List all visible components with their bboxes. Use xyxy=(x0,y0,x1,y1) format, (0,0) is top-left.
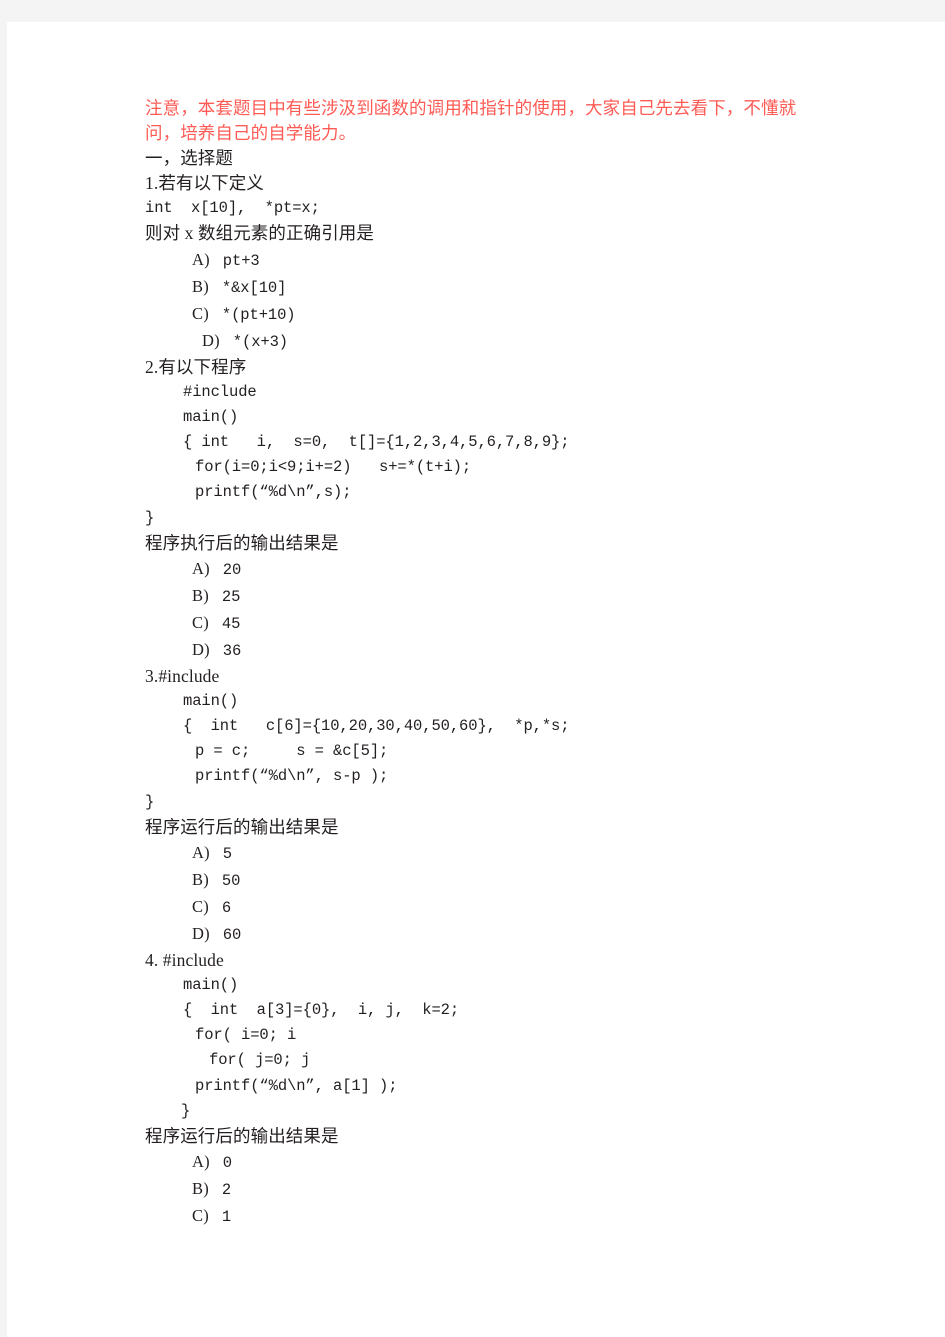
code-line: main() xyxy=(183,408,239,427)
option-value: 45 xyxy=(221,614,241,633)
option-label: A) xyxy=(192,1151,210,1171)
option-label: C) xyxy=(192,303,209,323)
code-line: { int c[6]={10,20,30,40,50,60}, *p,*s; xyxy=(183,717,570,736)
question-prompt: 程序运行后的输出结果是 xyxy=(145,1125,339,1146)
option-value: 36 xyxy=(222,641,242,660)
answer-option[interactable]: D) *(x+3) xyxy=(145,328,845,355)
code-line: int x[10], *pt=x; xyxy=(145,199,320,218)
option-value: 1 xyxy=(221,1208,232,1227)
code-line: for( j=0; j xyxy=(209,1051,311,1070)
code-line: p = c; s = &c[5]; xyxy=(195,742,389,761)
code-line: for( i=0; i xyxy=(195,1026,297,1045)
answer-option[interactable]: C) 45 xyxy=(145,610,845,637)
answer-option[interactable]: A) 20 xyxy=(145,556,845,583)
answer-option[interactable]: C) 6 xyxy=(145,894,845,921)
option-label: C) xyxy=(192,896,209,916)
option-label: D) xyxy=(192,924,210,943)
option-label: C) xyxy=(192,1206,209,1226)
question-block: 3.#include main() { int c[6]={10,20,30,40,… xyxy=(145,664,845,948)
answer-option[interactable]: A) 0 xyxy=(145,1149,845,1176)
option-value: 25 xyxy=(221,587,241,606)
answer-option[interactable]: B) 25 xyxy=(145,583,845,610)
option-value: 2 xyxy=(221,1180,232,1199)
answer-option[interactable]: B) 2 xyxy=(145,1176,845,1203)
code-line: { int i, s=0, t[]={1,2,3,4,5,6,7,8,9}; xyxy=(183,433,570,452)
answer-option[interactable]: D) 36 xyxy=(145,637,845,664)
answer-option[interactable]: A) 5 xyxy=(145,840,845,867)
option-label: B) xyxy=(192,276,209,296)
option-label: D) xyxy=(192,639,210,659)
option-spacer xyxy=(210,559,223,578)
code-line: } xyxy=(181,1101,191,1120)
option-label: B) xyxy=(192,869,209,889)
option-value: 6 xyxy=(221,898,232,917)
option-spacer xyxy=(209,586,222,605)
option-spacer xyxy=(220,331,233,350)
option-label: C) xyxy=(192,612,209,632)
question-prompt: 则对 x 数组元素的正确引用是 xyxy=(145,223,374,244)
option-spacer xyxy=(209,613,222,632)
question-block: 2.有以下程序 #include main() { int i, s=0, t[]={… xyxy=(145,355,845,664)
answer-option[interactable]: B) *&x[10] xyxy=(145,274,845,301)
code-line: printf(“%d\n”, s-p ); xyxy=(195,767,389,786)
question-stem: 4. #include xyxy=(145,950,224,971)
answer-option[interactable]: D) 60 xyxy=(145,921,845,948)
option-value: 5 xyxy=(222,844,232,863)
answer-option[interactable]: A) pt+3 xyxy=(145,247,845,274)
option-value: 60 xyxy=(222,926,242,944)
answer-option[interactable]: C) 1 xyxy=(145,1203,845,1230)
option-spacer xyxy=(209,277,222,296)
option-label: B) xyxy=(192,585,209,605)
option-value: *&x[10] xyxy=(221,278,287,297)
option-spacer xyxy=(209,897,222,916)
option-spacer xyxy=(209,870,222,889)
option-spacer xyxy=(209,1179,222,1198)
code-line: main() xyxy=(183,692,239,711)
question-stem: 1.若有以下定义 xyxy=(145,173,264,194)
answer-option[interactable]: C) *(pt+10) xyxy=(145,301,845,328)
question-block: 1.若有以下定义 int x[10], *pt=x; 则对 x 数组元素的正确引用是… xyxy=(145,171,845,355)
notice-paragraph: 注意，本套题目中有些涉汲到函数的调用和指针的使用，大家自己先去看下，不懂就问，培… xyxy=(145,98,797,144)
code-line: #include xyxy=(183,383,257,402)
question-prompt: 程序运行后的输出结果是 xyxy=(145,816,339,837)
option-value: 50 xyxy=(221,871,241,890)
question-prompt: 程序执行后的输出结果是 xyxy=(145,532,339,553)
document-page: 注意，本套题目中有些涉汲到函数的调用和指针的使用，大家自己先去看下，不懂就问，培… xyxy=(7,22,945,1337)
code-line: main() xyxy=(183,976,239,995)
option-spacer xyxy=(210,640,223,659)
option-value: 0 xyxy=(222,1153,232,1172)
option-label: A) xyxy=(192,558,210,578)
section-title: 一，选择题 xyxy=(145,148,233,169)
option-value: *(pt+10) xyxy=(221,305,296,324)
option-spacer xyxy=(209,304,222,323)
option-label: D) xyxy=(202,330,220,350)
code-line: } xyxy=(145,508,155,527)
question-stem: 2.有以下程序 xyxy=(145,356,247,377)
code-line: for(i=0;i<9;i+=2) s+=*(t+i); xyxy=(195,458,472,477)
questions-list: 1.若有以下定义 int x[10], *pt=x; 则对 x 数组元素的正确引用是… xyxy=(145,171,845,1230)
option-label: B) xyxy=(192,1178,209,1198)
code-line: { int a[3]={0}, i, j, k=2; xyxy=(183,1001,460,1020)
option-spacer xyxy=(210,924,223,943)
option-label: A) xyxy=(192,249,210,269)
code-line: printf(“%d\n”, a[1] ); xyxy=(195,1076,398,1095)
option-value: pt+3 xyxy=(222,251,260,270)
option-spacer xyxy=(210,1152,223,1171)
option-label: A) xyxy=(192,842,210,862)
question-stem: 3.#include xyxy=(145,666,220,687)
option-spacer xyxy=(210,843,223,862)
question-block: 4. #include main() { int a[3]={0}, i, j, k… xyxy=(145,948,845,1230)
option-spacer xyxy=(209,1206,222,1225)
document-content: 注意，本套题目中有些涉汲到函数的调用和指针的使用，大家自己先去看下，不懂就问，培… xyxy=(145,96,845,1230)
option-spacer xyxy=(210,250,223,269)
code-line: printf(“%d\n”,s); xyxy=(195,483,352,502)
option-value: 20 xyxy=(222,560,242,579)
option-value: *(x+3) xyxy=(232,332,289,351)
code-line: } xyxy=(145,792,155,811)
answer-option[interactable]: B) 50 xyxy=(145,867,845,894)
